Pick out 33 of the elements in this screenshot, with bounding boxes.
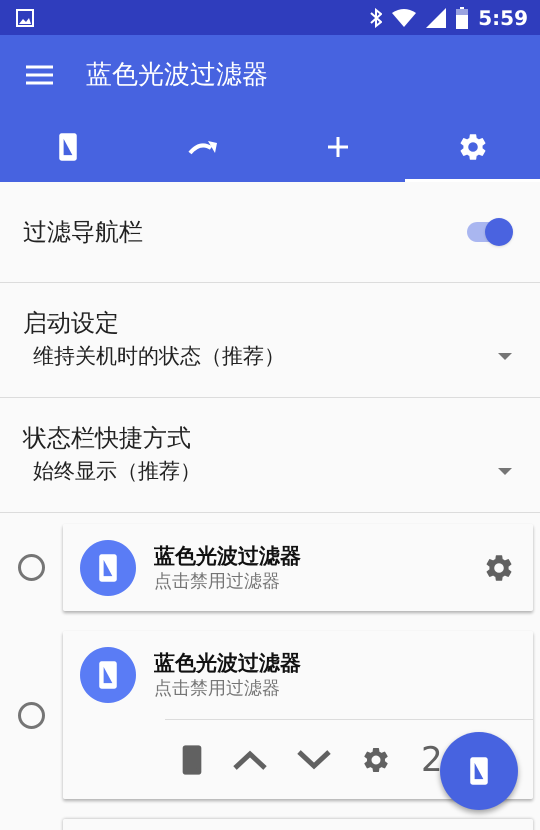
add-icon [326,136,348,158]
bluetooth-icon [370,8,382,28]
clock-time: 5:59 [478,4,528,32]
filter-card[interactable]: 蓝色光波过滤器 点击禁用过滤器 [63,524,533,611]
toggle-switch[interactable] [465,218,513,246]
filter-subtitle: 点击禁用过滤器 [154,676,281,700]
filter-title: 蓝色光波过滤器 [154,650,302,676]
phone-icon [181,744,203,776]
dropdown[interactable]: 维持关机时的状态（推荐） [23,341,512,373]
filter-number: 2 [421,742,443,776]
phone-icon [469,755,489,787]
wifi-icon [392,8,416,26]
dropdown-caret-icon [498,468,512,476]
radio-button[interactable] [18,702,45,728]
chevron-up-icon[interactable] [233,750,267,770]
dropdown-caret-icon [498,353,512,361]
menu-icon[interactable] [26,65,53,85]
signal-icon [426,8,446,28]
filter-title: 蓝色光波过滤器 [154,542,302,570]
app-title: 蓝色光波过滤器 [86,58,268,92]
setting-label: 状态栏快捷方式 [23,423,192,454]
dropdown[interactable]: 始终显示（推荐） [23,456,512,488]
setting-label: 过滤导航栏 [23,217,143,248]
phone-icon [98,658,118,690]
image-icon [16,8,34,26]
battery-icon [456,6,468,28]
radio-button[interactable] [18,554,45,581]
chevron-down-icon[interactable] [297,750,331,770]
setting-label: 启动设定 [23,308,120,340]
phone-icon [98,552,118,584]
filter-subtitle: 点击禁用过滤器 [154,570,281,594]
filter-card[interactable]: 蓝色光波过滤器 点击禁用过滤器 2 [63,631,533,799]
phone-icon [56,132,78,162]
